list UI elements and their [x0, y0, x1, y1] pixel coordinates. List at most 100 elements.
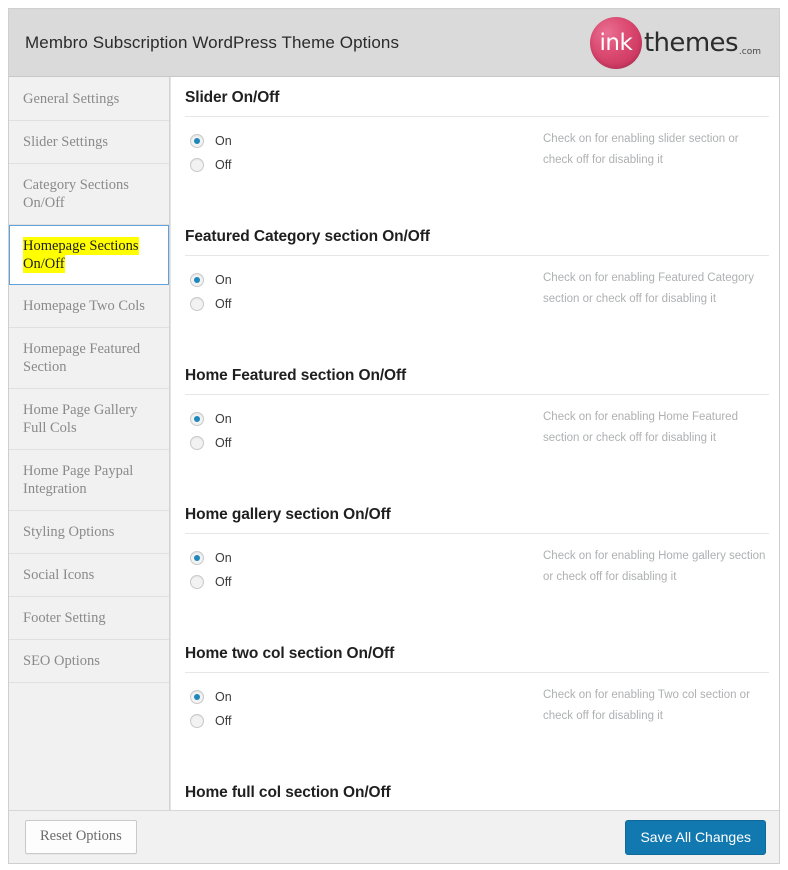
section-body: On Off Check on for enabling Home galler…	[185, 545, 769, 631]
radio-option-on[interactable]: On	[185, 129, 535, 152]
radio-option-off[interactable]: Off	[185, 292, 535, 315]
radio-off-icon[interactable]	[190, 296, 204, 311]
sidebar-item-category-sections[interactable]: Category Sections On/Off	[9, 164, 169, 225]
radio-option-on[interactable]: On	[185, 407, 535, 430]
radio-option-on[interactable]: On	[185, 685, 535, 708]
logo-circle-icon: ink	[589, 16, 642, 69]
section-hint: Check on for enabling Home Featured sect…	[543, 411, 738, 444]
sidebar-item-label: Home Page Paypal Integration	[23, 463, 134, 497]
radio-on-icon[interactable]	[190, 272, 204, 287]
sidebar-item-homepage-sections[interactable]: Homepage Sections On/Off	[9, 225, 169, 285]
sidebar-item-slider-settings[interactable]: Slider Settings	[9, 121, 169, 164]
radio-off-icon[interactable]	[190, 574, 204, 589]
window-body: General Settings Slider Settings Categor…	[9, 77, 779, 810]
radio-on-icon[interactable]	[190, 133, 204, 148]
sidebar-item-home-page-gallery-full-cols[interactable]: Home Page Gallery Full Cols	[9, 389, 169, 450]
radio-off-label: Off	[215, 435, 232, 450]
sidebar-item-label: Social Icons	[23, 567, 95, 583]
radio-option-off[interactable]: Off	[185, 570, 535, 593]
logo-tld: .com	[738, 46, 761, 57]
section-title: Home gallery section On/Off	[185, 506, 391, 523]
sidebar-item-social-icons[interactable]: Social Icons	[9, 554, 169, 597]
radio-on-label: On	[215, 411, 232, 426]
section-home-two-col-onoff: Home two col section On/Off On Off Check…	[185, 631, 769, 770]
radio-option-on[interactable]: On	[185, 546, 535, 569]
radio-group-featured-category: On Off	[185, 267, 535, 316]
radio-on-icon[interactable]	[190, 689, 204, 704]
radio-off-icon[interactable]	[190, 713, 204, 728]
save-all-changes-button[interactable]: Save All Changes	[625, 819, 766, 855]
radio-group-home-gallery: On Off	[185, 545, 535, 594]
sidebar-item-seo-options[interactable]: SEO Options	[9, 640, 169, 683]
inkthemes-logo: ink themes .com	[589, 15, 765, 71]
page-title: Membro Subscription WordPress Theme Opti…	[25, 32, 400, 52]
radio-on-label: On	[215, 133, 232, 148]
section-home-gallery-onoff: Home gallery section On/Off On Off Check…	[185, 492, 769, 631]
section-body: On Off Check on for enabling Home Featur…	[185, 406, 769, 492]
section-body: On Off Check on for enabling slider sect…	[185, 128, 769, 214]
divider	[185, 394, 769, 395]
page-header: Membro Subscription WordPress Theme Opti…	[9, 9, 779, 77]
sidebar-item-styling-options[interactable]: Styling Options	[9, 511, 169, 554]
radio-group-home-featured: On Off	[185, 406, 535, 455]
section-home-featured-onoff: Home Featured section On/Off On Off Chec…	[185, 353, 769, 492]
options-window: Membro Subscription WordPress Theme Opti…	[8, 8, 780, 864]
section-featured-category-onoff: Featured Category section On/Off On Off	[185, 214, 769, 353]
radio-option-off[interactable]: Off	[185, 431, 535, 454]
section-body: On Off Check on for enabling Two col sec…	[185, 684, 769, 770]
radio-on-label: On	[215, 272, 232, 287]
divider	[185, 255, 769, 256]
sidebar-item-homepage-featured-section[interactable]: Homepage Featured Section	[9, 328, 169, 389]
logo-mark-text: ink	[599, 30, 633, 56]
page-footer: Reset Options Save All Changes	[9, 810, 779, 863]
radio-off-label: Off	[215, 574, 232, 589]
section-title: Featured Category section On/Off	[185, 228, 430, 245]
section-body: On Off Check on for enabling Featured Ca…	[185, 267, 769, 353]
theme-options-page: Membro Subscription WordPress Theme Opti…	[0, 0, 788, 870]
section-hint: Check on for enabling Featured Category …	[543, 272, 754, 305]
radio-option-off[interactable]: Off	[185, 709, 535, 732]
radio-off-label: Off	[215, 713, 232, 728]
radio-off-label: Off	[215, 157, 232, 172]
radio-on-icon[interactable]	[190, 550, 204, 565]
sidebar-item-label: Slider Settings	[23, 134, 108, 150]
sidebar-item-label: SEO Options	[23, 653, 100, 669]
radio-off-label: Off	[215, 296, 232, 311]
section-home-full-col-onoff: Home full col section On/Off On Off	[185, 770, 769, 810]
sidebar-item-homepage-two-cols[interactable]: Homepage Two Cols	[9, 285, 169, 328]
section-title: Home two col section On/Off	[185, 645, 395, 662]
section-hint: Check on for enabling slider section or …	[543, 133, 739, 166]
radio-option-off[interactable]: Off	[185, 153, 535, 176]
section-title: Home full col section On/Off	[185, 784, 391, 801]
settings-content: Slider On/Off On Off Check on for enabli…	[170, 77, 779, 810]
radio-on-icon[interactable]	[190, 411, 204, 426]
radio-off-icon[interactable]	[190, 157, 204, 172]
section-title: Home Featured section On/Off	[185, 367, 407, 384]
sidebar-item-label: Homepage Sections On/Off	[23, 237, 139, 273]
radio-off-icon[interactable]	[190, 435, 204, 450]
sidebar-item-footer-setting[interactable]: Footer Setting	[9, 597, 169, 640]
section-slider-onoff: Slider On/Off On Off Check on for enabli…	[185, 77, 769, 214]
radio-on-label: On	[215, 550, 232, 565]
sidebar-item-home-page-paypal-integration[interactable]: Home Page Paypal Integration	[9, 450, 169, 511]
radio-group-home-two-col: On Off	[185, 684, 535, 733]
section-hint: Check on for enabling Home gallery secti…	[543, 550, 766, 583]
sidebar-item-label: Home Page Gallery Full Cols	[23, 402, 138, 436]
sidebar-item-general-settings[interactable]: General Settings	[9, 77, 169, 121]
reset-options-button[interactable]: Reset Options	[25, 820, 137, 854]
divider	[185, 533, 769, 534]
section-title: Slider On/Off	[185, 89, 280, 106]
sidebar-item-label: Homepage Featured Section	[23, 341, 141, 375]
sidebar-item-label: Homepage Two Cols	[23, 298, 145, 314]
sidebar-item-label: General Settings	[23, 91, 120, 107]
sidebar-item-label: Category Sections On/Off	[23, 177, 129, 211]
logo-wordmark: themes	[643, 27, 739, 58]
radio-on-label: On	[215, 689, 232, 704]
settings-sidebar: General Settings Slider Settings Categor…	[9, 77, 170, 810]
sidebar-item-label: Styling Options	[23, 524, 115, 540]
radio-option-on[interactable]: On	[185, 268, 535, 291]
sidebar-item-label: Footer Setting	[23, 610, 106, 626]
section-hint: Check on for enabling Two col section or…	[543, 689, 750, 722]
divider	[185, 672, 769, 673]
radio-group-slider: On Off	[185, 128, 535, 177]
